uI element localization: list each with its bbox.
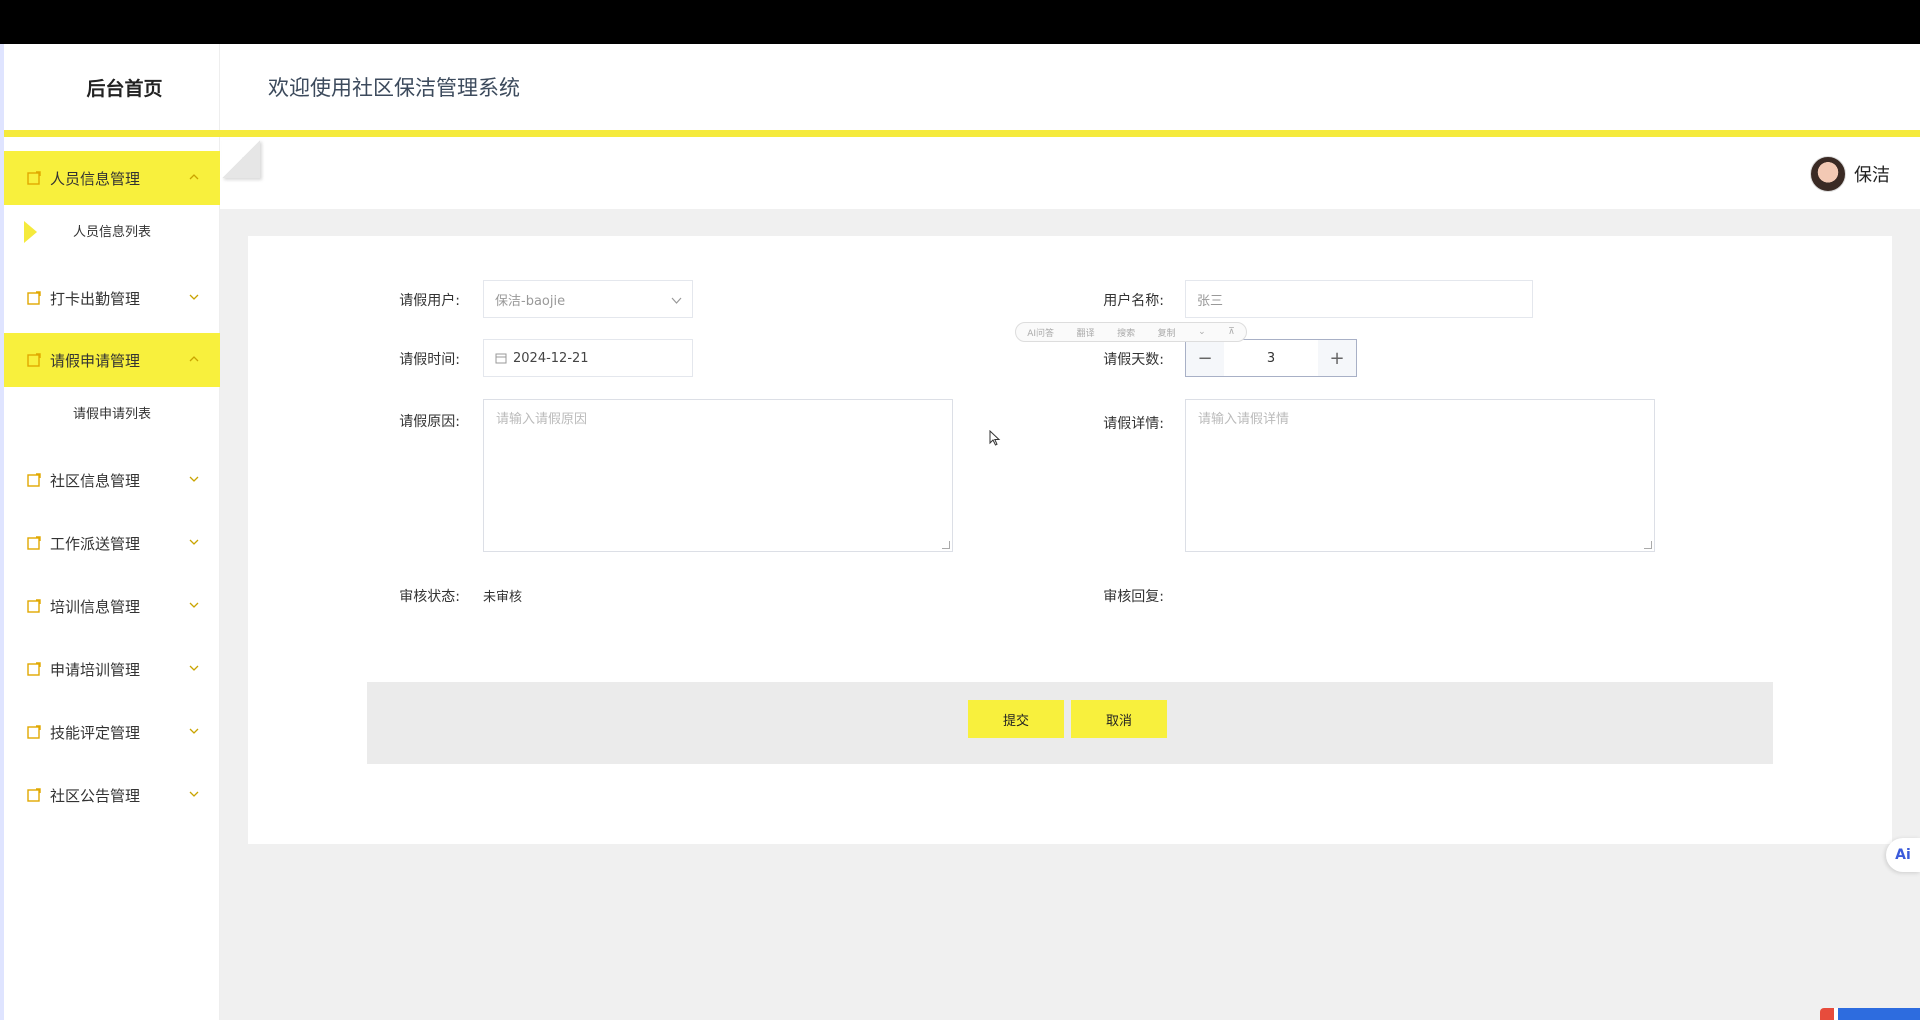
- avatar: [1810, 156, 1846, 192]
- toolbar-ai-button[interactable]: AI问答: [1027, 326, 1054, 339]
- document-icon: [26, 661, 42, 677]
- leave-user-label: 请假用户:: [399, 293, 460, 309]
- detail-label: 请假详情:: [1103, 416, 1164, 432]
- sidebar-item-label: 申请培训管理: [50, 660, 141, 679]
- document-icon: [26, 472, 42, 488]
- sidebar-item-label: 请假申请管理: [50, 351, 141, 370]
- leave-user-value: 保洁-baojie: [495, 293, 566, 309]
- screen-top-bar: [0, 0, 1920, 44]
- sidebar-subitem-leave-list[interactable]: 请假申请列表: [4, 387, 220, 437]
- sidebar-item-attendance[interactable]: 打卡出勤管理: [4, 271, 220, 325]
- document-icon: [26, 787, 42, 803]
- user-menu[interactable]: 保洁: [1810, 155, 1890, 193]
- toolbar-copy-button[interactable]: 复制: [1158, 326, 1176, 339]
- chevron-down-icon: [671, 295, 682, 306]
- sidebar-item-community[interactable]: 社区信息管理: [4, 453, 220, 507]
- form-actions: 提交 取消: [367, 682, 1773, 764]
- reason-textarea[interactable]: 请输入请假原因: [483, 399, 953, 552]
- reason-label: 请假原因:: [399, 414, 460, 430]
- review-status-label: 审核状态:: [399, 589, 460, 605]
- chevron-down-icon: [188, 291, 200, 303]
- resize-handle[interactable]: [1644, 541, 1652, 549]
- tab-bar: 保洁: [220, 137, 1920, 209]
- resize-handle[interactable]: [942, 541, 950, 549]
- calendar-icon: [495, 352, 507, 364]
- user-name: 保洁: [1854, 165, 1890, 186]
- chevron-down-icon: [188, 599, 200, 611]
- sidebar-item-label: 技能评定管理: [50, 723, 141, 742]
- sidebar-item-announcements[interactable]: 社区公告管理: [4, 768, 220, 822]
- cancel-button[interactable]: 取消: [1071, 700, 1167, 738]
- review-reply-label: 审核回复:: [1103, 589, 1164, 605]
- detail-textarea[interactable]: 请输入请假详情: [1185, 399, 1655, 552]
- chevron-down-icon: [188, 662, 200, 674]
- mouse-cursor-icon: [989, 430, 1001, 446]
- document-icon: [26, 724, 42, 740]
- document-icon: [26, 170, 42, 186]
- sidebar-item-training-apply[interactable]: 申请培训管理: [4, 642, 220, 696]
- leave-time-picker[interactable]: 2024-12-21: [483, 339, 693, 377]
- chevron-down-icon: [188, 725, 200, 737]
- app-window: 后台首页 欢迎使用社区保洁管理系统 人员信息管理 人员信息列表 打卡出勤管理 请…: [0, 44, 1920, 1020]
- toolbar-search-button[interactable]: 搜索: [1117, 326, 1135, 339]
- sidebar-item-label: 社区信息管理: [50, 471, 141, 490]
- username-label: 用户名称:: [1103, 293, 1164, 309]
- submit-button[interactable]: 提交: [968, 700, 1064, 738]
- sidebar-subitem-personnel-list[interactable]: 人员信息列表: [4, 205, 220, 255]
- corner-logo: [1820, 1008, 1920, 1020]
- toolbar-translate-button[interactable]: 翻译: [1077, 326, 1095, 339]
- detail-placeholder: 请输入请假详情: [1198, 412, 1290, 427]
- document-icon: [26, 598, 42, 614]
- leave-days-value[interactable]: 3: [1224, 340, 1318, 376]
- sidebar-item-label: 打卡出勤管理: [50, 289, 141, 308]
- chevron-up-icon: [188, 353, 200, 365]
- sidebar-item-label: 培训信息管理: [50, 597, 141, 616]
- sidebar-subitem-label: 人员信息列表: [72, 224, 151, 240]
- sidebar-item-personnel[interactable]: 人员信息管理: [4, 151, 220, 205]
- collapse-toggle[interactable]: [222, 140, 260, 178]
- leave-time-label: 请假时间:: [399, 352, 460, 368]
- ai-assistant-button[interactable]: Ai: [1886, 838, 1920, 872]
- leave-time-value: 2024-12-21: [513, 350, 589, 366]
- brand[interactable]: 后台首页: [0, 44, 220, 130]
- header-divider: [0, 130, 1920, 137]
- header: 后台首页 欢迎使用社区保洁管理系统: [0, 44, 1920, 130]
- sidebar-item-label: 工作派送管理: [50, 534, 141, 553]
- document-icon: [26, 352, 42, 368]
- chevron-down-icon: [188, 473, 200, 485]
- decrement-button[interactable]: −: [1186, 340, 1224, 376]
- chevron-up-icon: [188, 171, 200, 183]
- sidebar-item-training[interactable]: 培训信息管理: [4, 579, 220, 633]
- increment-button[interactable]: +: [1318, 340, 1356, 376]
- document-icon: [26, 290, 42, 306]
- username-field[interactable]: 张三: [1185, 280, 1533, 318]
- username-value: 张三: [1197, 293, 1224, 309]
- sidebar-item-label: 社区公告管理: [50, 786, 141, 805]
- sidebar: 人员信息管理 人员信息列表 打卡出勤管理 请假申请管理 请假申请列表 社区信息管…: [4, 137, 220, 1020]
- main-content: 保洁 请假用户: 保洁-baojie 用户名称: 张三 请假时间: 2024-1…: [220, 137, 1920, 1020]
- leave-user-select[interactable]: 保洁-baojie: [483, 280, 693, 318]
- chevron-down-icon: [188, 788, 200, 800]
- toolbar-more-button[interactable]: ⌄: [1198, 327, 1206, 337]
- document-icon: [26, 535, 42, 551]
- sidebar-item-dispatch[interactable]: 工作派送管理: [4, 516, 220, 570]
- system-title: 欢迎使用社区保洁管理系统: [268, 76, 520, 100]
- leave-days-label: 请假天数:: [1103, 352, 1164, 368]
- reason-placeholder: 请输入请假原因: [496, 412, 588, 427]
- selection-toolbar: AI问答 翻译 搜索 复制 ⌄ ⊼: [1015, 322, 1247, 342]
- toolbar-pin-button[interactable]: ⊼: [1228, 327, 1235, 337]
- review-status-value: 未审核: [483, 590, 523, 605]
- brand-title: 后台首页: [86, 77, 163, 100]
- sidebar-item-leave[interactable]: 请假申请管理: [4, 333, 220, 387]
- sidebar-item-skills[interactable]: 技能评定管理: [4, 705, 220, 759]
- chevron-down-icon: [188, 536, 200, 548]
- sidebar-item-label: 人员信息管理: [50, 169, 141, 188]
- leave-days-stepper[interactable]: − 3 +: [1185, 339, 1357, 377]
- sidebar-subitem-label: 请假申请列表: [72, 406, 151, 422]
